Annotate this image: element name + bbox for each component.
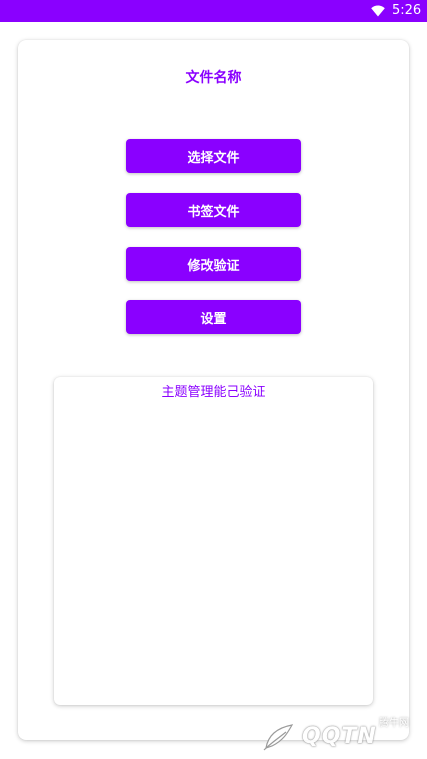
settings-button[interactable]: 设置 xyxy=(126,300,301,334)
watermark-text: QQTN xyxy=(302,724,377,749)
watermark-subtext: 腾牛网 xyxy=(379,718,409,729)
file-name-title: 文件名称 xyxy=(185,70,242,86)
wifi-icon xyxy=(371,5,385,17)
status-bar: 5:26 xyxy=(0,0,427,22)
modify-verification-button[interactable]: 修改验证 xyxy=(126,247,301,281)
info-panel: 主题管理能己验证 xyxy=(54,377,373,705)
bookmark-file-button[interactable]: 书签文件 xyxy=(126,193,301,227)
watermark-logo: QQTN 腾牛网 xyxy=(262,718,422,756)
status-time: 5:26 xyxy=(392,3,422,18)
verification-status-text: 主题管理能己验证 xyxy=(161,385,266,400)
watermark-leaf-icon xyxy=(263,724,294,751)
select-file-button[interactable]: 选择文件 xyxy=(126,139,301,173)
